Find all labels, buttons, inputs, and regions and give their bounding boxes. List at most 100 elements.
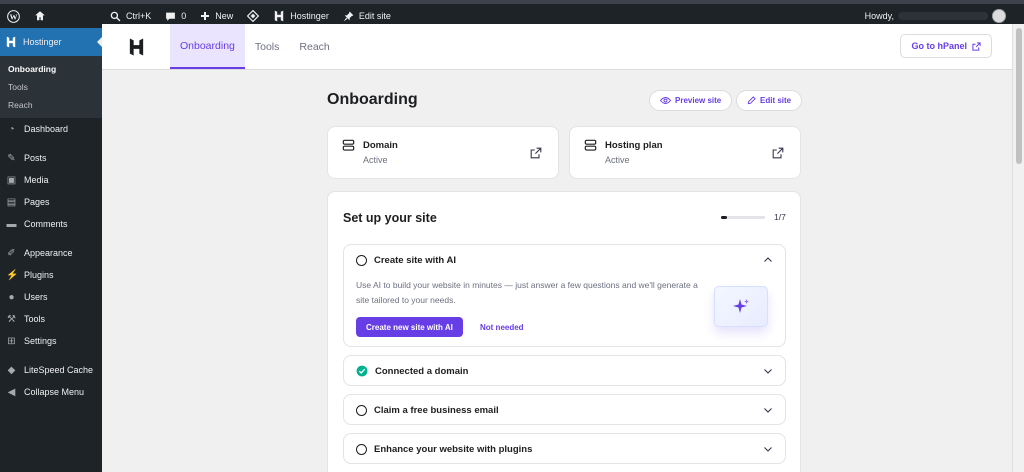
setup-progress-bar	[721, 216, 765, 219]
wordpress-icon: W	[7, 9, 20, 23]
sidebar-item-plugins[interactable]: ⚡ Plugins	[0, 264, 102, 286]
media-icon: ▣	[6, 174, 17, 186]
sidebar-item-tools[interactable]: ⚒ Tools	[0, 308, 102, 330]
litespeed-icon: ◆	[7, 364, 16, 376]
task-label: Connected a domain	[375, 365, 469, 377]
sidebar-item-label: Tools	[24, 314, 46, 324]
sidebar-item-label: Pages	[24, 197, 50, 207]
sidebar-item-label: Settings	[24, 336, 57, 346]
task-claim-business-email[interactable]: Claim a free business email	[343, 394, 786, 425]
hostinger-submenu: Onboarding Tools Reach	[0, 56, 102, 118]
external-link-icon[interactable]	[530, 147, 542, 159]
svg-text:W: W	[10, 12, 18, 21]
tab-reach[interactable]: Reach	[289, 24, 339, 69]
howdy-label: Howdy,	[864, 11, 894, 21]
chevron-down-icon	[764, 369, 772, 374]
pin-icon	[343, 11, 354, 21]
hostinger-logo-icon	[275, 10, 284, 22]
preview-site-label: Preview site	[675, 96, 722, 105]
pages-icon: ▤	[6, 196, 17, 208]
task-header[interactable]: Create site with AI	[344, 245, 785, 275]
hostinger-logo[interactable]	[102, 24, 170, 69]
scrollbar-thumb[interactable]	[1016, 28, 1022, 164]
submenu-onboarding[interactable]: Onboarding	[0, 60, 102, 78]
task-connected-a-domain[interactable]: Connected a domain	[343, 355, 786, 386]
resource-status: Active	[605, 155, 630, 165]
resource-title: Hosting plan	[605, 140, 663, 151]
resource-title: Domain	[363, 140, 398, 151]
task-header[interactable]: Connected a domain	[344, 356, 785, 386]
server-icon	[342, 139, 355, 151]
hostinger-logo-icon	[129, 37, 143, 56]
task-status-circle	[356, 254, 367, 266]
eye-icon	[660, 97, 671, 104]
external-link-icon[interactable]	[772, 147, 784, 159]
home-button[interactable]	[27, 4, 53, 28]
setup-title: Set up your site	[343, 211, 437, 225]
hpanel-label: Go to hPanel	[911, 41, 967, 51]
sidebar-item-hostinger[interactable]: Hostinger	[0, 28, 103, 56]
plug-icon: ⚡	[6, 269, 19, 281]
create-new-site-with-ai-button[interactable]: Create new site with AI	[356, 317, 463, 337]
edit-site-label: Edit site	[760, 96, 792, 105]
sidebar-item-appearance[interactable]: ✐ Appearance	[0, 242, 102, 264]
sidebar-item-dashboard[interactable]: ◔ Dashboard	[0, 118, 102, 140]
hostinger-logo-icon	[6, 36, 16, 48]
edit-site-label: Edit site	[358, 11, 391, 21]
setup-progress-text: 1/7	[774, 212, 786, 222]
settings-icon: ⊞	[7, 335, 16, 347]
resource-status: Active	[363, 155, 388, 165]
task-header[interactable]: Enhance your website with plugins	[344, 434, 785, 464]
setup-card: Set up your site 1/7 Create site with AI…	[327, 191, 801, 472]
sidebar-item-users[interactable]: ● Users	[0, 286, 102, 308]
sidebar-item-label: Hostinger	[23, 37, 62, 47]
task-header[interactable]: Claim a free business email	[344, 395, 785, 425]
task-create-site-with-ai: Create site with AI Use AI to build your…	[343, 244, 786, 347]
new-label: New	[215, 11, 234, 21]
sparkles-icon	[733, 298, 749, 313]
not-needed-button[interactable]: Not needed	[480, 317, 524, 337]
sidebar-item-posts[interactable]: ✎ Posts	[0, 147, 102, 169]
tab-onboarding[interactable]: Onboarding	[170, 24, 245, 69]
pencil-icon	[747, 96, 756, 105]
chevron-up-icon	[764, 257, 772, 262]
wordpress-logo-button[interactable]: W	[0, 4, 27, 28]
task-label: Claim a free business email	[374, 404, 499, 416]
page-scrollbar[interactable]	[1012, 24, 1024, 472]
sidebar-item-label: Media	[24, 175, 49, 185]
task-status-circle	[356, 404, 367, 416]
tab-tools[interactable]: Tools	[245, 24, 290, 69]
sidebar-item-pages[interactable]: ▤ Pages	[0, 191, 102, 213]
collapse-menu-button[interactable]: ◀ Collapse Menu	[0, 381, 102, 403]
preview-site-button[interactable]: Preview site	[649, 90, 733, 111]
plugin-header: Onboarding Tools Reach Go to hPanel	[102, 24, 1012, 70]
avatar	[992, 9, 1006, 23]
plus-icon	[201, 12, 210, 20]
comment-icon	[166, 12, 176, 21]
comments-count: 0	[181, 11, 187, 21]
search-icon	[110, 11, 121, 21]
sidebar-item-litespeed-cache[interactable]: ◆ LiteSpeed Cache	[0, 359, 102, 381]
hosting-plan-card[interactable]: Hosting plan Active	[569, 126, 801, 179]
submenu-tools[interactable]: Tools	[0, 78, 102, 96]
domain-card[interactable]: Domain Active	[327, 126, 559, 179]
chevron-down-icon	[764, 408, 772, 413]
sidebar-item-label: Appearance	[24, 248, 73, 258]
comment-icon: ▬	[6, 218, 17, 230]
submenu-reach[interactable]: Reach	[0, 96, 102, 114]
server-icon	[584, 139, 597, 151]
task-status-circle	[356, 443, 367, 455]
sidebar-item-media[interactable]: ▣ Media	[0, 169, 102, 191]
task-enhance-with-plugins[interactable]: Enhance your website with plugins	[343, 433, 786, 464]
go-to-hpanel-button[interactable]: Go to hPanel	[900, 34, 992, 58]
brush-icon: ✐	[7, 247, 16, 259]
edit-site-button[interactable]: Edit site	[736, 90, 803, 111]
hostinger-label: Hostinger	[290, 11, 329, 21]
sidebar-item-settings[interactable]: ⊞ Settings	[0, 330, 102, 352]
home-icon	[35, 11, 45, 21]
sidebar-item-label: Comments	[24, 219, 68, 229]
external-link-icon	[972, 41, 981, 51]
sidebar-item-label: LiteSpeed Cache	[24, 365, 94, 375]
sidebar-item-comments[interactable]: ▬ Comments	[0, 213, 102, 235]
sidebar-item-label: Dashboard	[24, 124, 69, 134]
